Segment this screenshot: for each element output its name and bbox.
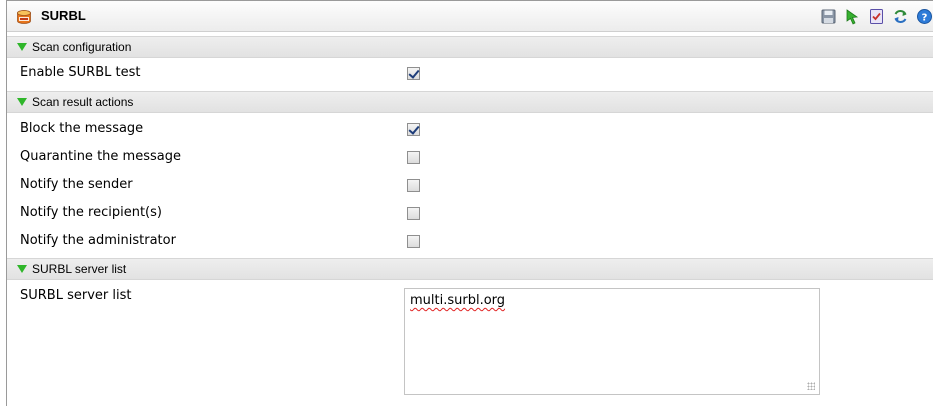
option-row-notify-sender: Notify the sender <box>7 171 933 199</box>
svg-text:?: ? <box>922 13 928 24</box>
run-icon[interactable] <box>844 8 861 25</box>
section-header-scan-configuration[interactable]: Scan configuration <box>7 36 933 58</box>
option-label: Quarantine the message <box>20 149 181 164</box>
quarantine-message-checkbox[interactable] <box>407 151 420 164</box>
section-title: Scan result actions <box>32 95 134 109</box>
option-label: Notify the recipient(s) <box>20 205 162 220</box>
option-row-notify-administrator: Notify the administrator <box>7 227 933 255</box>
option-label: Enable SURBL test <box>20 65 141 80</box>
enable-surbl-checkbox[interactable] <box>407 67 420 80</box>
field-label: SURBL server list <box>20 288 132 303</box>
option-label: Block the message <box>20 121 144 136</box>
option-row-notify-recipients: Notify the recipient(s) <box>7 199 933 227</box>
panel-toolbar: ? <box>820 8 933 26</box>
option-label: Notify the sender <box>20 177 133 192</box>
save-icon[interactable] <box>820 8 837 25</box>
notify-sender-checkbox[interactable] <box>407 179 420 192</box>
refresh-icon[interactable] <box>892 8 909 25</box>
surbl-panel: SURBL ? Scan configuration Enable SURBL … <box>6 0 933 406</box>
block-message-checkbox[interactable] <box>407 123 420 136</box>
surbl-server-list-textarea[interactable]: multi.surbl.org <box>404 288 820 395</box>
panel-titlebar: SURBL ? <box>7 1 933 32</box>
resize-grip-icon[interactable] <box>807 382 815 390</box>
server-list-value: multi.surbl.org <box>410 293 506 308</box>
expand-triangle-icon <box>17 265 27 273</box>
expand-triangle-icon <box>17 43 27 51</box>
validate-icon[interactable] <box>868 8 885 25</box>
option-row-block-message: Block the message <box>7 115 933 143</box>
notify-recipients-checkbox[interactable] <box>407 207 420 220</box>
section-header-surbl-server-list[interactable]: SURBL server list <box>7 258 933 280</box>
section-title: Scan configuration <box>32 40 132 54</box>
database-icon <box>16 9 32 25</box>
section-title: SURBL server list <box>32 262 127 276</box>
help-icon[interactable]: ? <box>916 8 933 25</box>
expand-triangle-icon <box>17 98 27 106</box>
option-row-enable-surbl: Enable SURBL test <box>7 59 933 87</box>
notify-administrator-checkbox[interactable] <box>407 235 420 248</box>
option-label: Notify the administrator <box>20 233 176 248</box>
section-header-scan-result-actions[interactable]: Scan result actions <box>7 91 933 113</box>
panel-title: SURBL <box>41 8 86 23</box>
option-row-quarantine-message: Quarantine the message <box>7 143 933 171</box>
